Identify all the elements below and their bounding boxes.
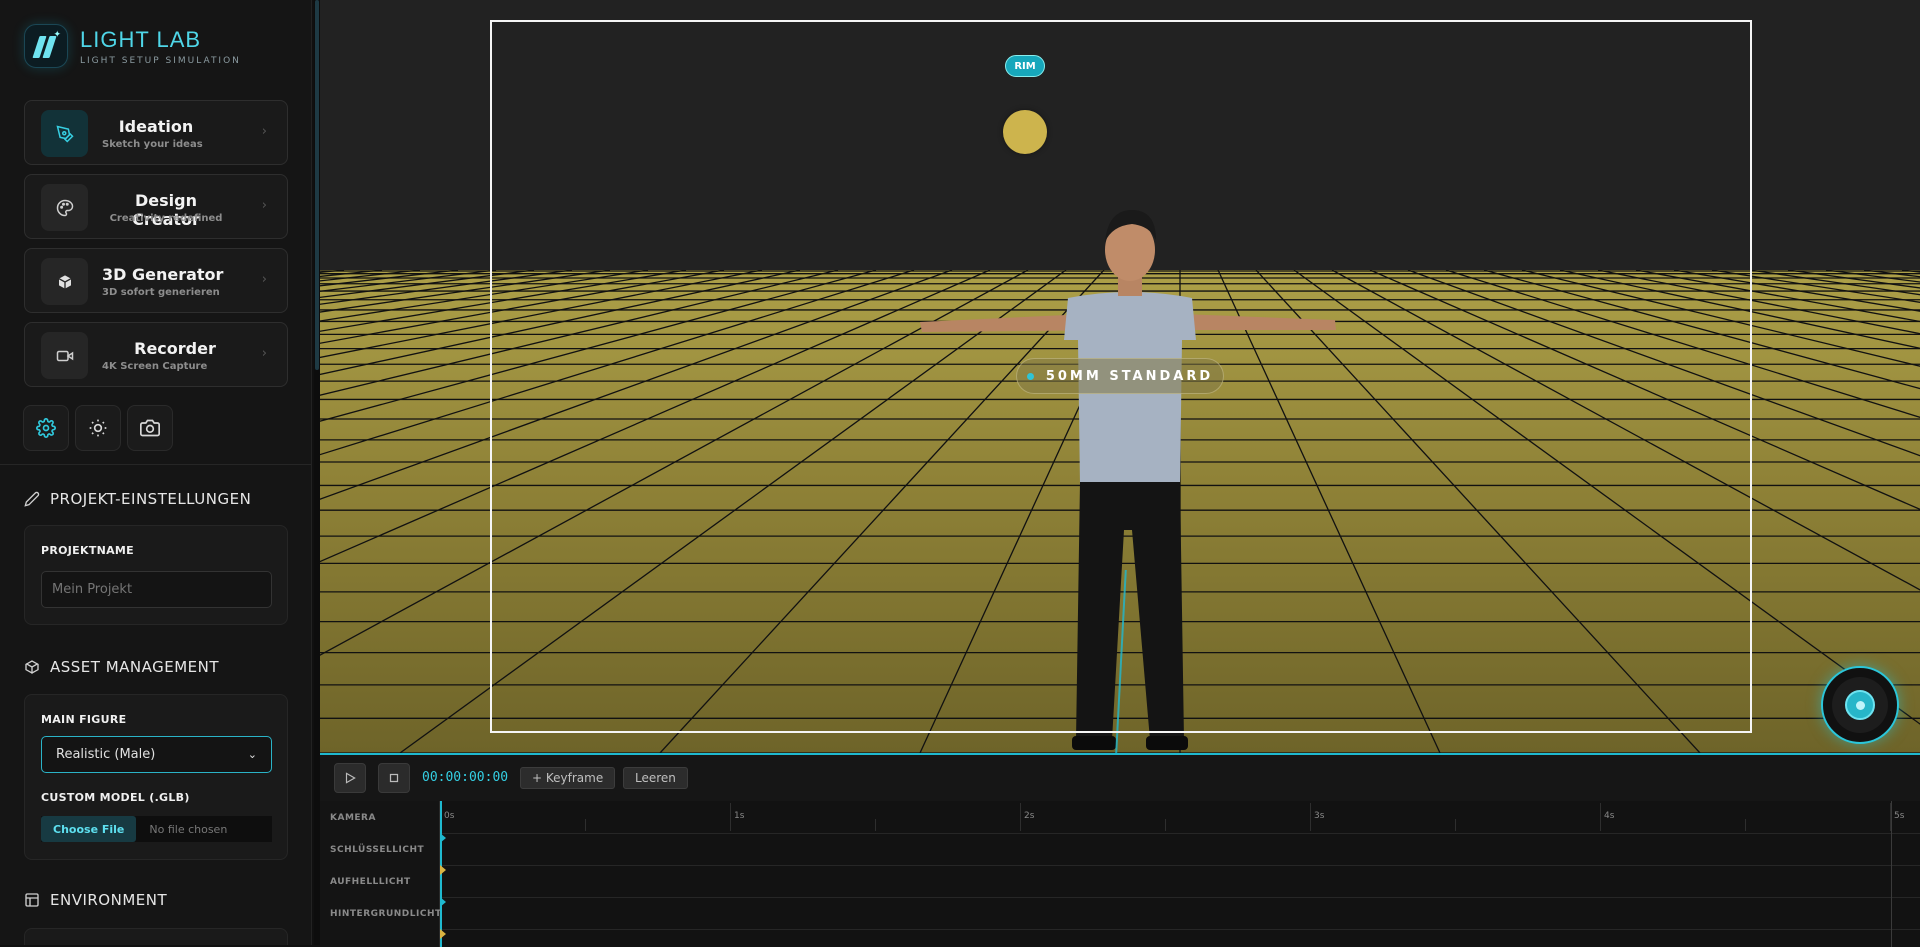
timecode: 00:00:00:00	[422, 770, 509, 785]
brand: ✦ LIGHT LAB LIGHT SETUP SIMULATION	[24, 24, 241, 68]
box-icon	[25, 660, 39, 674]
tick-label: 4s	[1604, 811, 1615, 821]
nav-title: 3D Generator	[102, 265, 224, 284]
chevron-right-icon: ›	[261, 198, 267, 213]
project-name-label: PROJEKTNAME	[41, 544, 134, 557]
video-camera-icon	[41, 332, 88, 379]
track-label-background-light: HINTERGRUNDLICHT	[330, 909, 442, 919]
keyframe-marker[interactable]	[440, 865, 446, 875]
chevron-right-icon: ›	[261, 124, 267, 139]
ruler-tick	[730, 803, 731, 831]
nav-title: Ideation	[118, 117, 194, 136]
record-icon	[1845, 690, 1875, 720]
light-lab-logo-icon: ✦	[24, 24, 68, 68]
settings-gear-icon	[36, 418, 56, 438]
nav-title: Recorder	[134, 339, 216, 358]
clear-timeline-button[interactable]: Leeren	[623, 767, 688, 789]
lens-label: 50MM STANDARD	[1045, 368, 1214, 384]
tick-label: 0s	[444, 811, 455, 821]
ruler-tick	[1310, 803, 1311, 831]
stop-button[interactable]	[378, 763, 410, 793]
ruler-tick	[875, 819, 876, 831]
nav-subtitle: Creativity redefined	[109, 213, 223, 224]
pen-nib-icon	[41, 110, 88, 157]
timeline: 00:00:00:00 + Keyframe Leeren KAMERA SCH…	[320, 753, 1920, 947]
ruler-tick	[1455, 819, 1456, 831]
brand-title: LIGHT LAB	[80, 26, 202, 52]
play-button[interactable]	[334, 763, 366, 793]
main-figure-select[interactable]: Realistic (Male) ⌄	[41, 736, 272, 773]
sidebar-scrollbar-thumb[interactable]	[315, 0, 319, 370]
tick-label: 1s	[734, 811, 745, 821]
3d-viewport[interactable]: RIM 50MM STANDARD	[320, 0, 1920, 753]
tick-label: 3s	[1314, 811, 1325, 821]
main-figure-value: Realistic (Male)	[56, 747, 156, 762]
rim-light-handle[interactable]	[1003, 110, 1047, 154]
project-settings-heading: PROJEKT-EINSTELLUNGEN	[24, 490, 251, 508]
nav-card-design-creator[interactable]: Design Creator Creativity redefined ›	[24, 174, 288, 239]
custom-model-label: CUSTOM MODEL (.GLB)	[41, 791, 190, 804]
sun-icon	[89, 419, 107, 437]
file-status: No file chosen	[149, 822, 228, 836]
environment-panel	[24, 928, 288, 945]
track-label-camera: KAMERA	[330, 813, 376, 823]
ruler-tick	[1745, 819, 1746, 831]
chevron-down-icon: ⌄	[247, 748, 257, 761]
palette-icon	[41, 184, 88, 231]
keyframe-marker[interactable]	[440, 833, 446, 843]
nav-subtitle: 3D sofort generieren	[102, 287, 220, 298]
ruler-tick	[1600, 803, 1601, 831]
nav-card-recorder[interactable]: Recorder 4K Screen Capture ›	[24, 322, 288, 387]
timeline-end-marker	[1891, 801, 1892, 947]
asset-management-panel: MAIN FIGURE Realistic (Male) ⌄ CUSTOM MO…	[24, 694, 288, 860]
cube-icon	[41, 258, 88, 305]
play-icon	[345, 772, 356, 784]
track-label-fill-light: AUFHELLLICHT	[330, 877, 411, 887]
layout-icon	[25, 893, 39, 907]
brand-subtitle: LIGHT SETUP SIMULATION	[80, 55, 241, 66]
rim-light-badge[interactable]: RIM	[1005, 55, 1045, 77]
nav-subtitle: Sketch your ideas	[102, 139, 203, 150]
sidebar-divider	[0, 464, 311, 465]
pencil-icon	[24, 491, 40, 507]
tick-label: 2s	[1024, 811, 1035, 821]
project-settings-panel: PROJEKTNAME	[24, 525, 288, 625]
camera-icon	[140, 419, 160, 437]
settings-button[interactable]	[23, 405, 69, 451]
camera-button[interactable]	[127, 405, 173, 451]
camera-view-button[interactable]	[1821, 666, 1899, 744]
tick-label: 5s	[1894, 811, 1905, 821]
custom-model-file-input[interactable]: Choose File No file chosen	[41, 816, 272, 842]
asset-management-heading: ASSET MANAGEMENT	[24, 658, 219, 676]
chevron-right-icon: ›	[261, 346, 267, 361]
environment-heading: ENVIRONMENT	[24, 891, 167, 909]
stop-icon	[389, 773, 399, 783]
chevron-right-icon: ›	[261, 272, 267, 287]
main-figure-label: MAIN FIGURE	[41, 713, 127, 726]
project-name-input[interactable]	[41, 571, 272, 608]
add-keyframe-button[interactable]: + Keyframe	[520, 767, 616, 789]
track-label-key-light: SCHLÜSSELLICHT	[330, 845, 425, 855]
nav-subtitle: 4K Screen Capture	[102, 361, 208, 372]
sidebar: ✦ LIGHT LAB LIGHT SETUP SIMULATION Ideat…	[0, 0, 312, 945]
choose-file-button[interactable]: Choose File	[41, 816, 137, 842]
ruler-tick	[1020, 803, 1021, 831]
timeline-tracks[interactable]: KAMERA SCHLÜSSELLICHT AUFHELLLICHT HINTE…	[320, 801, 1920, 947]
ruler-tick	[1165, 819, 1166, 831]
keyframe-marker[interactable]	[440, 929, 446, 939]
lighting-button[interactable]	[75, 405, 121, 451]
status-dot-icon	[1026, 372, 1034, 380]
keyframe-marker[interactable]	[440, 897, 446, 907]
nav-card-3d-generator[interactable]: 3D Generator 3D sofort generieren ›	[24, 248, 288, 313]
lens-indicator[interactable]: 50MM STANDARD	[1016, 358, 1224, 394]
ruler-tick	[585, 819, 586, 831]
nav-card-ideation[interactable]: Ideation Sketch your ideas ›	[24, 100, 288, 165]
